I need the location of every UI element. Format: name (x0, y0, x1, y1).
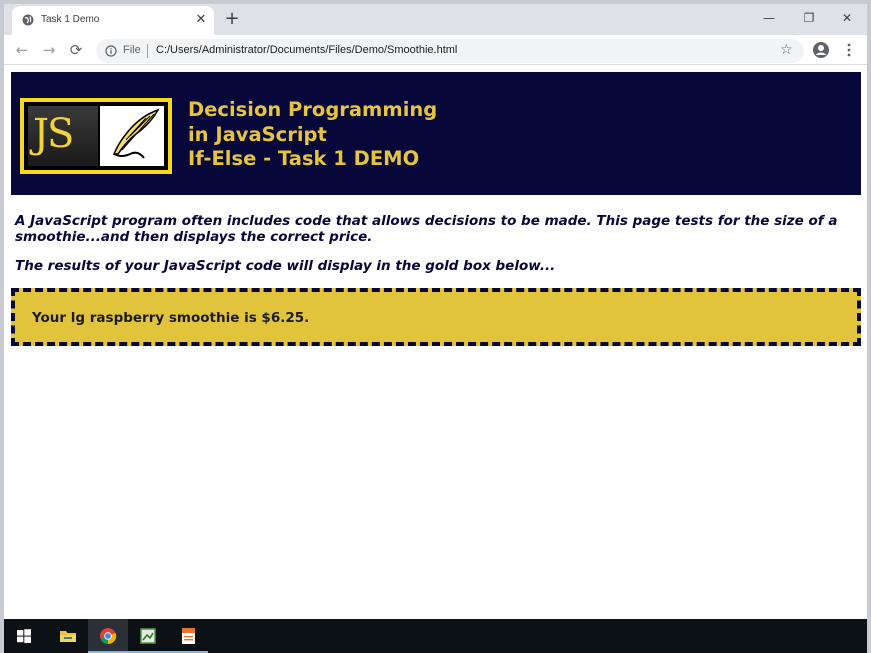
logo-js-text: JS (33, 111, 74, 157)
windows-start-icon (17, 629, 31, 643)
taskbar (4, 619, 867, 653)
banner-title-line-2: in JavaScript (188, 122, 327, 146)
bookmark-star-icon[interactable]: ☆ (780, 42, 793, 58)
minimize-button[interactable]: — (750, 4, 788, 32)
tab-active[interactable]: Task 1 Demo ✕ (12, 6, 214, 35)
results-note: The results of your JavaScript code will… (15, 258, 556, 274)
file-explorer-icon (60, 631, 76, 642)
back-button[interactable]: ← (12, 40, 32, 60)
page-content: JS Decision Programming in JavaScript If… (4, 66, 867, 619)
profile-icon[interactable] (812, 41, 830, 59)
browser-toolbar: ← → ⟳ File C:/Users/Administrator/Docume… (4, 35, 867, 65)
taskbar-file-explorer[interactable] (48, 619, 88, 653)
quill-icon (100, 106, 164, 166)
browser-window: Task 1 Demo ✕ + — ❐ ✕ ← → ⟳ File C:/User… (4, 4, 867, 619)
omnibox-separator (147, 44, 148, 58)
document-app-icon (182, 628, 195, 644)
tab-title: Task 1 Demo (41, 14, 100, 25)
result-text: Your lg raspberry smoothie is $6.25. (32, 310, 310, 326)
taskbar-chrome[interactable] (88, 619, 128, 653)
reload-button[interactable]: ⟳ (66, 40, 86, 60)
info-icon[interactable] (105, 45, 117, 57)
page-banner: JS Decision Programming in JavaScript If… (11, 72, 861, 195)
banner-title-line-1: Decision Programming (188, 98, 438, 121)
intro-paragraph: A JavaScript program often includes code… (15, 213, 838, 245)
chrome-icon (100, 628, 117, 645)
js-logo: JS (20, 98, 172, 174)
tab-close-icon[interactable]: ✕ (194, 13, 208, 27)
result-box: Your lg raspberry smoothie is $6.25. (11, 288, 861, 346)
scheme-label: File (123, 44, 141, 56)
tab-strip: Task 1 Demo ✕ + — ❐ ✕ (4, 4, 867, 35)
restore-button[interactable]: ❐ (790, 4, 828, 32)
taskbar-image-editor[interactable] (128, 619, 168, 653)
url-text[interactable]: C:/Users/Administrator/Documents/Files/D… (156, 44, 457, 56)
new-tab-button[interactable]: + (222, 9, 242, 29)
window-close-button[interactable]: ✕ (828, 4, 866, 32)
address-bar[interactable]: File C:/Users/Administrator/Documents/Fi… (96, 39, 804, 63)
image-editor-icon (140, 628, 156, 644)
start-button[interactable] (4, 619, 44, 653)
forward-button[interactable]: → (39, 40, 59, 60)
banner-title: Decision Programming in JavaScript If-El… (188, 98, 437, 172)
banner-title-line-3: If-Else - Task 1 DEMO (188, 147, 420, 170)
globe-icon (22, 14, 34, 26)
menu-kebab-icon[interactable] (840, 41, 858, 59)
taskbar-document-app[interactable] (168, 619, 208, 653)
